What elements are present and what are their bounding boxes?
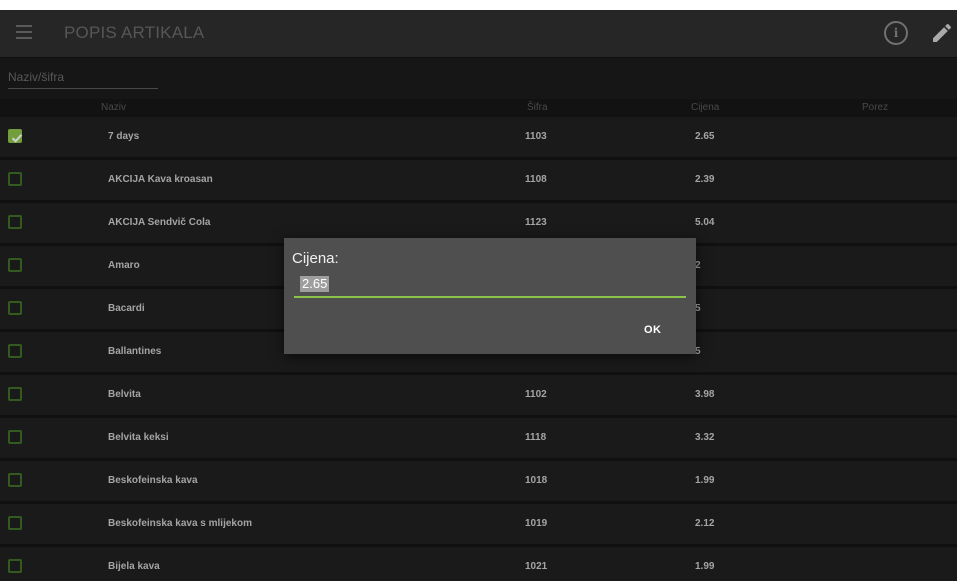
dialog-title: Cijena: xyxy=(292,250,339,267)
app-window: POPIS ARTIKALA i Naziv Šifra Cijena Pore… xyxy=(0,10,957,581)
price-dialog: Cijena: 2.65 OK xyxy=(284,238,696,354)
price-input-value[interactable]: 2.65 xyxy=(300,276,330,292)
ok-button[interactable]: OK xyxy=(644,324,662,336)
price-input[interactable]: 2.65 xyxy=(294,274,686,298)
